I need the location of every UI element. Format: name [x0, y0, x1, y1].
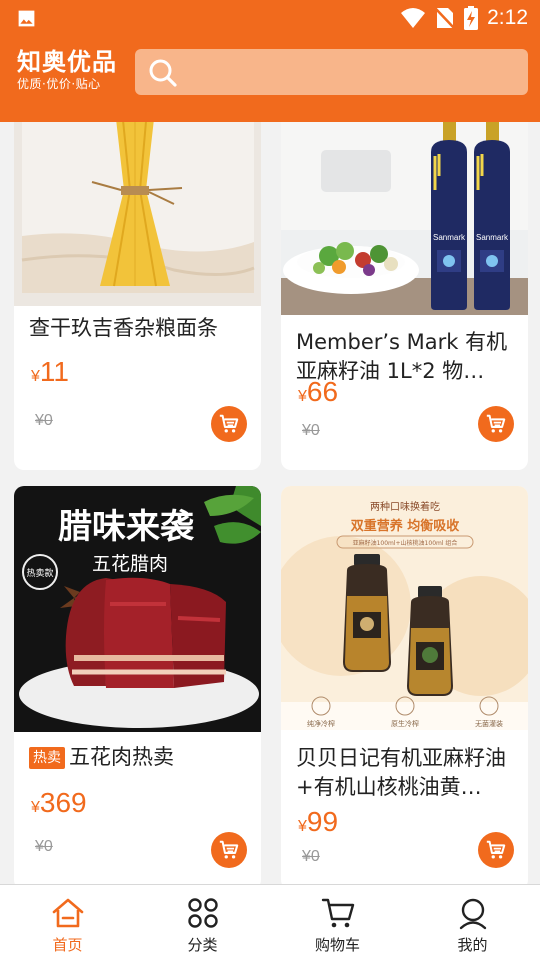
cart-icon	[486, 414, 506, 433]
product-title: 热卖 五花肉热卖	[29, 743, 249, 772]
svg-text:亚麻籽油100ml+山核桃油100ml 组合: 亚麻籽油100ml+山核桃油100ml 组合	[353, 539, 458, 547]
product-image-oil-combo: 两种口味换着吃 双重营养 均衡吸收 亚麻籽油100ml+山核桃油100ml 组合…	[281, 486, 528, 730]
logo-slogan: 优质·优价·贴心	[17, 77, 101, 91]
product-card[interactable]: 两种口味换着吃 双重营养 均衡吸收 亚麻籽油100ml+山核桃油100ml 组合…	[281, 486, 528, 884]
product-price: ¥99	[298, 806, 339, 837]
cart-icon	[219, 414, 239, 433]
search-icon	[149, 59, 177, 87]
svg-text:双重营养 均衡吸收: 双重营养 均衡吸收	[351, 518, 461, 534]
tab-home[interactable]: 首页	[0, 885, 135, 960]
add-to-cart-button[interactable]	[211, 406, 247, 442]
svg-text:无菌灌装: 无菌灌装	[475, 719, 503, 728]
status-bar: 2:12	[0, 0, 540, 36]
app-header: 知奥优品 优质·优价·贴心	[0, 36, 540, 122]
search-bar[interactable]	[135, 49, 528, 95]
status-time: 2:12	[487, 6, 528, 29]
image-icon	[18, 10, 35, 27]
wifi-icon	[401, 8, 426, 28]
tab-home-label: 首页	[52, 936, 83, 954]
cart-icon	[219, 840, 239, 859]
svg-text:两种口味换着吃: 两种口味换着吃	[370, 500, 440, 513]
tab-category[interactable]: 分类	[135, 885, 270, 960]
logo-title: 知奥优品	[17, 48, 117, 76]
hot-sale-tag: 热卖	[29, 747, 65, 769]
battery-charging-icon	[464, 6, 479, 30]
svg-text:五花腊肉: 五花腊肉	[92, 553, 168, 575]
product-title: 查干玖吉香杂粮面条	[29, 316, 218, 340]
add-to-cart-button[interactable]	[478, 406, 514, 442]
original-price: ¥0	[35, 412, 53, 429]
svg-text:原生冷榨: 原生冷榨	[391, 719, 419, 728]
app-logo[interactable]: 知奥优品 优质·优价·贴心	[17, 48, 123, 92]
product-image-linseed-oil: Sanmark Sanmark	[281, 122, 528, 315]
product-title: 贝贝日记有机亚麻籽油+有机山核桃油黄…	[296, 746, 506, 799]
product-feed[interactable]: 查干玖吉香杂粮面条 ¥11 ¥0 Sanmark Sanmark Member’…	[0, 122, 540, 884]
no-sim-icon	[435, 8, 456, 29]
product-price: ¥11	[31, 356, 69, 387]
svg-text:热卖款: 热卖款	[26, 567, 53, 579]
cart-icon	[486, 840, 506, 859]
original-price: ¥0	[35, 838, 53, 855]
original-price: ¥0	[302, 422, 320, 439]
tab-category-label: 分类	[187, 936, 218, 954]
cart-icon	[321, 898, 354, 928]
product-image-noodles	[14, 122, 261, 306]
bottom-tab-bar: 首页 分类 购物车 我的	[0, 884, 540, 960]
add-to-cart-button[interactable]	[478, 832, 514, 868]
product-price: ¥66	[298, 376, 339, 407]
svg-text:腊味来袭: 腊味来袭	[58, 507, 195, 547]
tab-cart[interactable]: 购物车	[270, 885, 405, 960]
tab-cart-label: 购物车	[314, 936, 360, 954]
product-card[interactable]: 腊味来袭 五花腊肉 热卖款 热卖 五花肉热卖 ¥369 ¥0	[14, 486, 261, 884]
tab-profile[interactable]: 我的	[405, 885, 540, 960]
product-card[interactable]: 查干玖吉香杂粮面条 ¥11 ¥0	[14, 122, 261, 470]
home-icon	[52, 898, 83, 928]
product-card[interactable]: Sanmark Sanmark Member’s Mark 有机亚麻籽油 1L*…	[281, 122, 528, 470]
tab-profile-label: 我的	[457, 936, 488, 954]
svg-text:纯净冷榨: 纯净冷榨	[307, 719, 335, 728]
add-to-cart-button[interactable]	[211, 832, 247, 868]
product-image-pork-belly: 腊味来袭 五花腊肉 热卖款	[14, 486, 261, 732]
search-input[interactable]	[189, 49, 519, 95]
svg-text:Sanmark: Sanmark	[476, 233, 509, 242]
original-price: ¥0	[302, 848, 320, 865]
category-grid-icon	[187, 898, 218, 928]
profile-icon	[459, 898, 486, 930]
svg-text:Sanmark: Sanmark	[433, 233, 466, 242]
product-price: ¥369	[31, 787, 87, 818]
